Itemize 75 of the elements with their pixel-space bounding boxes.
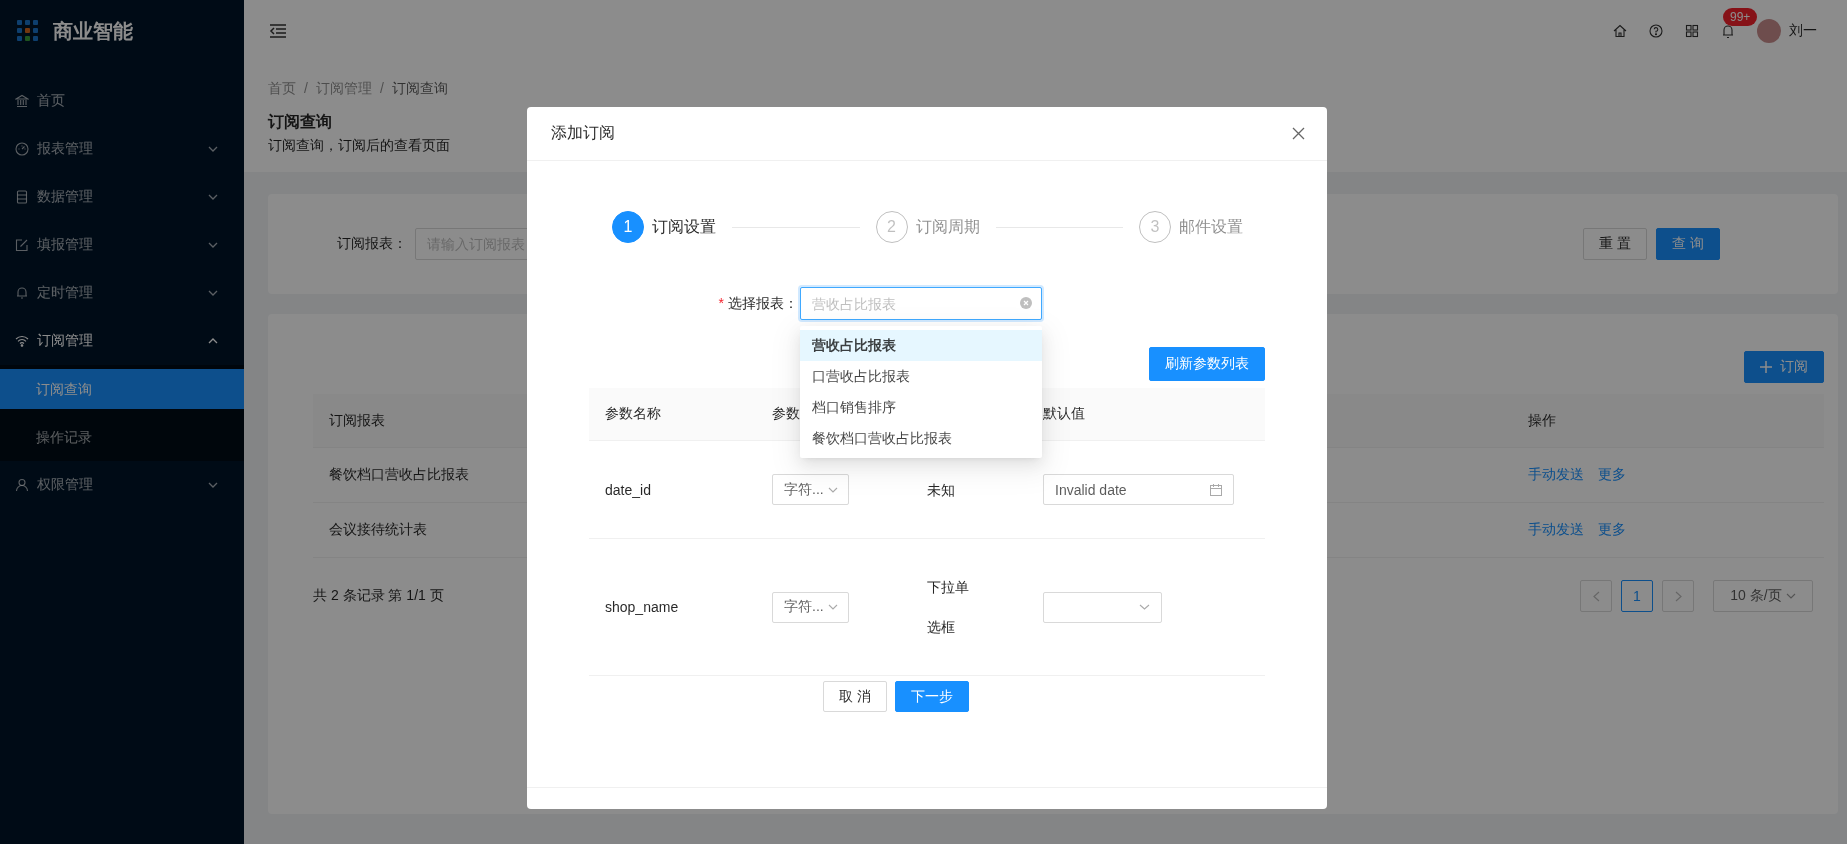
step-label: 订阅周期 [915,216,980,237]
caret-icon [208,338,218,344]
column-header: 参数名称 [604,405,661,423]
dropdown-option[interactable]: 餐饮档口营收占比报表 [800,423,1042,454]
wifi-icon [15,334,29,348]
dropdown-option[interactable]: 营收占比报表 [800,330,1042,361]
table-cell-text: 下拉单选框 [927,578,969,637]
action-link[interactable]: 更多 [1598,466,1626,484]
chevron-down-icon [827,604,838,610]
user-name[interactable]: 刘一 [1789,22,1817,40]
column-header: 操作 [1527,411,1556,430]
submenu-item[interactable]: 订阅查询 [0,369,244,409]
table-cell-text: 餐饮档口营收占比报表 [328,466,469,484]
required-mark: * [718,294,724,311]
notification-badge: 99+ [1723,7,1758,26]
avatar[interactable] [1757,19,1781,43]
step-number: 1 [612,211,644,243]
submenu-item[interactable]: 操作记录 [0,417,244,457]
chevron-down-icon [827,486,838,493]
breadcrumb-link[interactable]: 首页 [268,78,296,98]
chevron-down-icon [1785,593,1796,599]
menu-item[interactable]: 报表管理 [0,125,244,173]
action-link[interactable]: 手动发送 [1528,521,1584,539]
calendar-icon [1210,483,1222,496]
menu-item[interactable]: 订阅管理 [0,317,244,365]
close-icon[interactable] [1292,127,1305,140]
menu-item[interactable]: 填报管理 [0,221,244,269]
refresh-params-button[interactable]: 刷新参数列表 [1149,347,1265,381]
report-select-field[interactable]: 营收占比报表 [800,287,1042,320]
menu-item[interactable]: 首页 [0,77,244,125]
type-select[interactable]: 字符... [772,474,849,505]
table-cell-text: 会议接待统计表 [328,521,427,539]
dropdown-option[interactable]: 档口销售排序 [800,392,1042,423]
dialog-title: 添加订阅 [551,123,615,143]
field-label: 订阅报表： [337,235,407,253]
menu-item[interactable]: 定时管理 [0,269,244,317]
home-icon[interactable] [1613,24,1627,38]
next-step-button[interactable]: 下一步 [894,681,969,712]
grid-logo-icon [17,20,39,42]
add-subscription-button[interactable]: 订阅 [1744,351,1824,383]
bell-icon[interactable] [1721,23,1735,39]
action-link[interactable]: 更多 [1598,521,1626,539]
step-label: 邮件设置 [1179,216,1243,237]
menu-fold-icon[interactable] [269,24,287,38]
menu-item[interactable]: 权限管理 [0,461,244,509]
pagination-summary: 共 2 条记录 第 1/1 页 [313,587,444,605]
page-button[interactable]: 1 [1621,580,1653,612]
page-title: 订阅查询 [268,112,332,132]
column-header: 默认值 [1042,405,1085,423]
chevron-left-icon [1592,590,1600,602]
brand-title: 商业智能 [53,18,133,44]
query-button[interactable]: 查 询 [1656,228,1720,260]
column-header: 参数 [771,405,800,423]
breadcrumb-separator: / [379,79,384,98]
type-select[interactable]: 字符... [772,591,849,623]
breadcrumb-separator: / [304,79,308,98]
menu-item[interactable]: 数据管理 [0,173,244,221]
help-icon[interactable] [1649,24,1663,38]
plus-icon [1760,361,1772,373]
reset-button[interactable]: 重 置 [1583,228,1648,260]
table-cell-text: date_id [604,481,651,498]
apps-icon[interactable] [1685,24,1699,38]
date-field[interactable]: Invalid date [1043,474,1234,505]
dropdown-option[interactable]: 口营收占比报表 [800,361,1042,392]
chevron-right-icon [1674,590,1682,602]
table-cell-text: shop_name [604,599,679,615]
field-label: 选择报表： [728,294,798,311]
action-link[interactable]: 手动发送 [1528,466,1584,484]
chevron-down-icon [1139,604,1150,610]
step-label: 订阅设置 [652,216,716,237]
cancel-button[interactable]: 取 消 [823,681,887,712]
column-header: 订阅报表 [328,411,385,430]
page-size-select[interactable]: 10 条/页 [1713,580,1813,612]
table-cell-text: 未知 [927,480,956,500]
page-description: 订阅查询，订阅后的查看页面 [268,136,450,155]
